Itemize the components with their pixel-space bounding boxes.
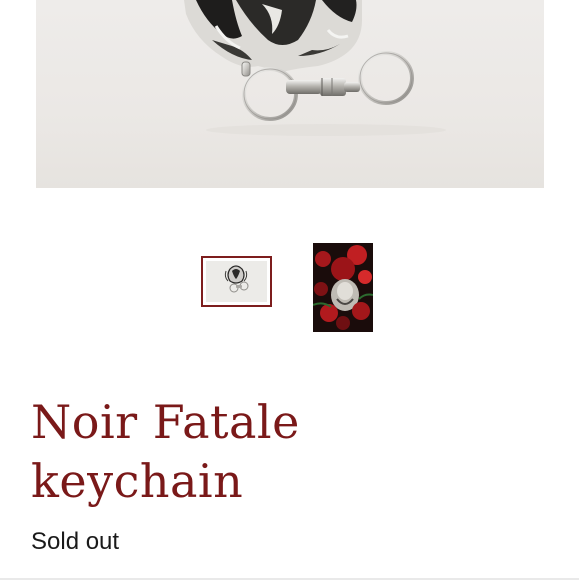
product-title-line-1: Noir Fatale — [31, 395, 300, 449]
thumbnail-gallery — [0, 243, 579, 333]
keychain-photo-icon — [184, 0, 446, 136]
product-title-line-2: keychain — [31, 454, 244, 508]
thumbnail-2[interactable] — [313, 243, 373, 332]
red-artwork-photo-icon — [313, 243, 373, 332]
product-main-image[interactable] — [36, 0, 544, 188]
thumbnail-1[interactable] — [201, 256, 272, 307]
keychain-photo-icon — [206, 261, 267, 302]
availability-status: Sold out — [31, 528, 120, 555]
product-title: Noir Fatale keychain — [31, 393, 551, 511]
